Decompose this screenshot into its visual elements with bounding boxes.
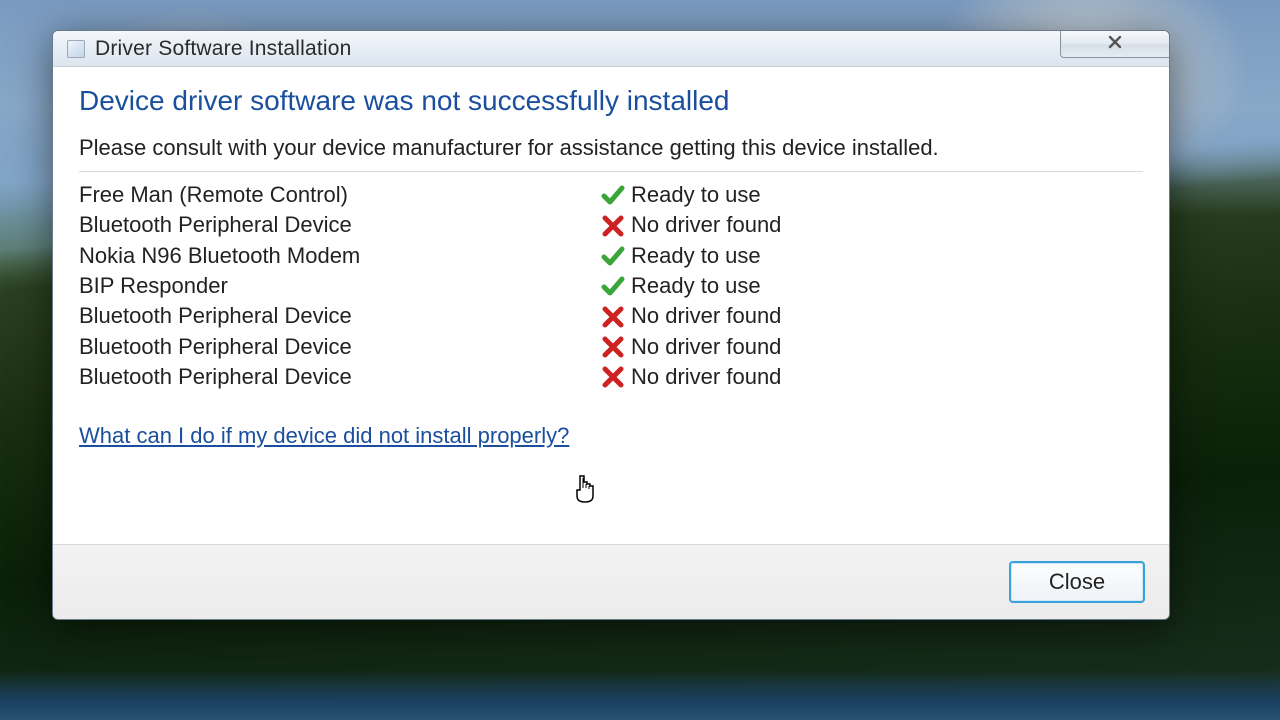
close-icon — [1107, 34, 1123, 55]
device-name: Nokia N96 Bluetooth Modem — [79, 241, 601, 271]
device-status: Ready to use — [601, 180, 761, 210]
device-name: Bluetooth Peripheral Device — [79, 362, 601, 392]
device-row: Bluetooth Peripheral Device No driver fou… — [79, 362, 1143, 392]
device-row: BIP Responder Ready to use — [79, 271, 1143, 301]
device-name: Bluetooth Peripheral Device — [79, 301, 601, 331]
device-list: Free Man (Remote Control)Ready to useBlu… — [79, 180, 1143, 393]
dialog-footer: Close — [53, 544, 1169, 619]
x-icon — [601, 214, 625, 238]
window-title: Driver Software Installation — [95, 37, 352, 61]
device-status-text: Ready to use — [631, 241, 761, 271]
device-name: BIP Responder — [79, 271, 601, 301]
check-icon — [601, 183, 625, 207]
device-status: No driver found — [601, 362, 781, 392]
device-status-text: Ready to use — [631, 271, 761, 301]
device-status: No driver found — [601, 332, 781, 362]
check-icon — [601, 274, 625, 298]
device-name: Free Man (Remote Control) — [79, 180, 601, 210]
x-icon — [601, 335, 625, 359]
device-status: No driver found — [601, 210, 781, 240]
device-status-text: No driver found — [631, 210, 781, 240]
device-name: Bluetooth Peripheral Device — [79, 210, 601, 240]
device-row: Bluetooth Peripheral Device No driver fou… — [79, 332, 1143, 362]
device-row: Nokia N96 Bluetooth Modem Ready to use — [79, 241, 1143, 271]
x-icon — [601, 305, 625, 329]
device-status-text: Ready to use — [631, 180, 761, 210]
dialog-instruction: Please consult with your device manufact… — [79, 135, 1143, 172]
device-status-text: No driver found — [631, 301, 781, 331]
device-status: Ready to use — [601, 271, 761, 301]
titlebar[interactable]: Driver Software Installation — [53, 31, 1169, 67]
x-icon — [601, 365, 625, 389]
device-row: Bluetooth Peripheral Device No driver fou… — [79, 301, 1143, 331]
driver-install-dialog: Driver Software Installation Device driv… — [52, 30, 1170, 620]
device-status: Ready to use — [601, 241, 761, 271]
close-button[interactable]: Close — [1009, 561, 1145, 603]
device-name: Bluetooth Peripheral Device — [79, 332, 601, 362]
device-status-text: No driver found — [631, 332, 781, 362]
dialog-content: Device driver software was not successfu… — [53, 67, 1169, 544]
help-link[interactable]: What can I do if my device did not insta… — [79, 423, 569, 449]
device-status: No driver found — [601, 301, 781, 331]
device-status-text: No driver found — [631, 362, 781, 392]
check-icon — [601, 244, 625, 268]
titlebar-close-button[interactable] — [1060, 30, 1170, 58]
device-row: Free Man (Remote Control) Ready to use — [79, 180, 1143, 210]
dialog-heading: Device driver software was not successfu… — [79, 85, 1143, 117]
device-row: Bluetooth Peripheral Device No driver fou… — [79, 210, 1143, 240]
app-icon — [67, 40, 85, 58]
